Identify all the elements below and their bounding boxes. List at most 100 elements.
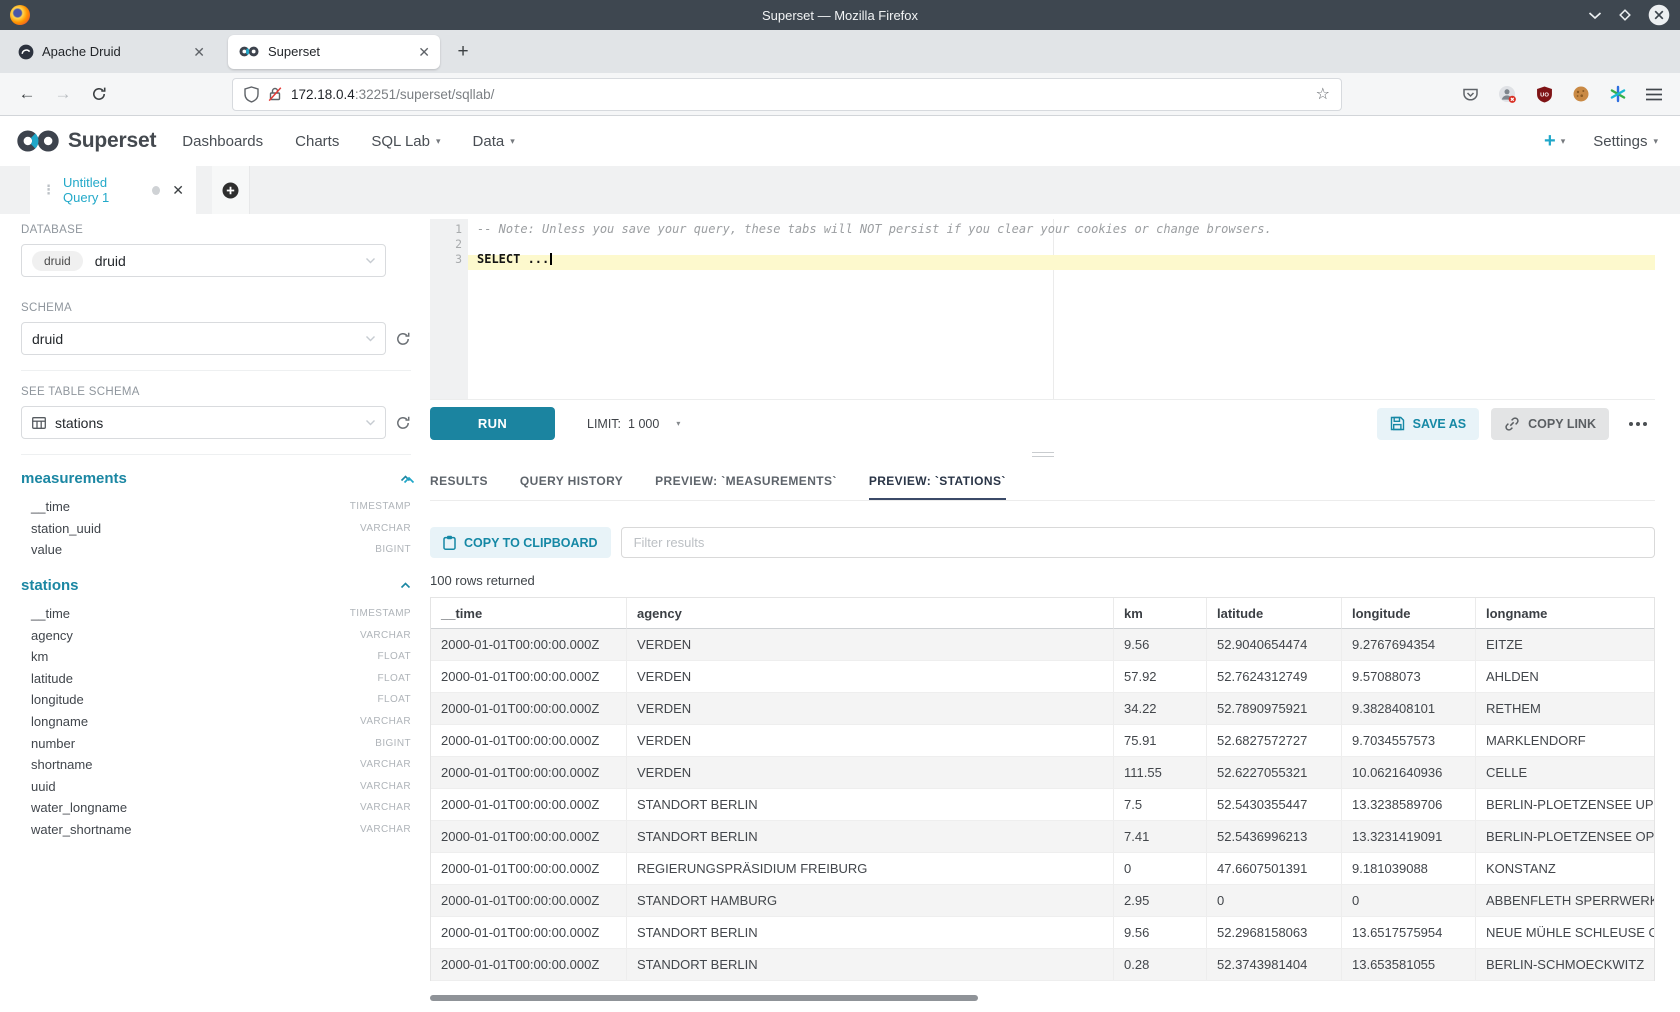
chevron-down-icon: [365, 257, 376, 264]
table-cell: 57.92: [1114, 661, 1207, 693]
pocket-icon[interactable]: [1462, 86, 1479, 103]
window-close-icon[interactable]: [1648, 4, 1670, 26]
browser-tab-druid[interactable]: Apache Druid ✕: [8, 35, 215, 69]
window-maximize-icon[interactable]: [1618, 8, 1632, 22]
table-cell: 13.3231419091: [1342, 821, 1476, 853]
divider: [21, 454, 411, 455]
results-table-header: __timeagencykmlatitudelongitudelongname: [431, 598, 1654, 629]
table-cell: AHLDEN: [1476, 661, 1654, 693]
run-button[interactable]: RUN: [430, 407, 555, 440]
forward-icon[interactable]: →: [50, 81, 76, 107]
table-row: 2000-01-01T00:00:00.000ZVERDEN57.9252.76…: [431, 661, 1654, 693]
chevron-down-icon: ▾: [676, 419, 680, 428]
column-header[interactable]: longitude: [1342, 598, 1476, 629]
unsaved-dot-icon: [152, 186, 160, 195]
results-tab-preview-stations[interactable]: PREVIEW: `STATIONS`: [869, 464, 1006, 500]
new-query-tab-button[interactable]: [212, 166, 250, 214]
pane-resize-handle[interactable]: [1032, 452, 1054, 460]
asterisk-extension-icon[interactable]: [1609, 85, 1627, 103]
shield-icon[interactable]: [244, 86, 259, 103]
table-row: 2000-01-01T00:00:00.000ZSTANDORT BERLIN7…: [431, 821, 1654, 853]
schema-column-row: uuidVARCHAR: [21, 776, 411, 798]
more-options-button[interactable]: [1621, 422, 1655, 426]
back-icon[interactable]: ←: [14, 81, 40, 107]
schema-column-row: shortnameVARCHAR: [21, 754, 411, 776]
settings-menu[interactable]: Settings▾: [1593, 133, 1658, 150]
nav-charts[interactable]: Charts: [295, 133, 339, 150]
table-cell: 2000-01-01T00:00:00.000Z: [431, 821, 627, 853]
column-header[interactable]: latitude: [1207, 598, 1342, 629]
table-row: 2000-01-01T00:00:00.000ZVERDEN9.5652.904…: [431, 629, 1654, 661]
drag-handle-icon[interactable]: ⋮: [42, 182, 55, 198]
copy-to-clipboard-button[interactable]: COPY TO CLIPBOARD: [430, 527, 611, 558]
reload-icon[interactable]: [86, 81, 112, 107]
nav-sql-lab[interactable]: SQL Lab▾: [371, 133, 440, 150]
filter-results-input[interactable]: [621, 527, 1655, 558]
superset-logo-icon[interactable]: [14, 128, 62, 154]
table-row: 2000-01-01T00:00:00.000ZSTANDORT BERLIN0…: [431, 949, 1654, 981]
table-cell: 2000-01-01T00:00:00.000Z: [431, 917, 627, 949]
query-tab-untitled[interactable]: ⋮ Untitled Query 1 ✕: [30, 166, 196, 214]
account-extension-icon[interactable]: [1498, 85, 1517, 104]
window-minimize-icon[interactable]: [1588, 11, 1602, 20]
editor-gutter: 1 2 3: [430, 219, 468, 399]
column-header[interactable]: longname: [1476, 598, 1654, 629]
sql-editor[interactable]: 1 2 3 -- Note: Unless you save your quer…: [430, 219, 1655, 399]
schema-column-row: water_shortnameVARCHAR: [21, 819, 411, 841]
table-cell: 52.6827572727: [1207, 725, 1342, 757]
table-cell: EITZE: [1476, 629, 1654, 661]
results-tab-preview-measurements[interactable]: PREVIEW: `MEASUREMENTS`: [655, 464, 837, 500]
results-pane: RESULTS QUERY HISTORY PREVIEW: `MEASUREMEN…: [430, 464, 1655, 981]
database-label: DATABASE: [21, 224, 411, 236]
table-cell: 2000-01-01T00:00:00.000Z: [431, 757, 627, 789]
table-cell: RETHEM: [1476, 693, 1654, 725]
collapse-editor-icon[interactable]: [403, 476, 415, 484]
results-tab-results[interactable]: RESULTS: [430, 464, 488, 500]
table-cell: 2.95: [1114, 885, 1207, 917]
save-as-button[interactable]: SAVE AS: [1377, 408, 1480, 440]
table-cell: 2000-01-01T00:00:00.000Z: [431, 629, 627, 661]
horizontal-scrollbar[interactable]: [430, 995, 978, 1001]
chevron-down-icon: ▾: [1653, 136, 1658, 147]
nav-dashboards[interactable]: Dashboards: [182, 133, 263, 150]
query-tab-close-icon[interactable]: ✕: [172, 182, 184, 199]
tab-close-icon[interactable]: ✕: [418, 45, 430, 59]
schema-column-row: numberBIGINT: [21, 732, 411, 754]
table-cell: 47.6607501391: [1207, 853, 1342, 885]
refresh-schema-icon[interactable]: [395, 331, 411, 347]
schema-table-header[interactable]: measurements: [21, 470, 411, 487]
add-new-button[interactable]: +▾: [1544, 130, 1565, 153]
table-cell: STANDORT HAMBURG: [627, 885, 1114, 917]
column-header[interactable]: km: [1114, 598, 1207, 629]
cookie-extension-icon[interactable]: [1572, 85, 1590, 103]
copy-link-button[interactable]: COPY LINK: [1491, 408, 1609, 440]
schema-table-header[interactable]: stations: [21, 577, 411, 594]
nav-data[interactable]: Data▾: [473, 133, 515, 150]
column-header[interactable]: __time: [431, 598, 627, 629]
lock-insecure-icon[interactable]: [268, 86, 282, 102]
new-tab-button[interactable]: +: [448, 37, 478, 67]
table-cell: 13.653581055: [1342, 949, 1476, 981]
database-select[interactable]: druid druid: [21, 244, 386, 277]
column-header[interactable]: agency: [627, 598, 1114, 629]
tab-close-icon[interactable]: ✕: [193, 45, 205, 59]
table-cell: 2000-01-01T00:00:00.000Z: [431, 949, 627, 981]
results-tab-query-history[interactable]: QUERY HISTORY: [520, 464, 623, 500]
schema-column-row: __timeTIMESTAMP: [21, 496, 411, 518]
schema-select[interactable]: druid: [21, 322, 386, 355]
browser-tab-strip: Apache Druid ✕ Superset ✕ +: [0, 30, 1680, 73]
ublock-icon[interactable]: UO: [1536, 86, 1553, 103]
browser-tab-superset[interactable]: Superset ✕: [228, 35, 440, 69]
table-cell: STANDORT BERLIN: [627, 789, 1114, 821]
editor-code[interactable]: -- Note: Unless you save your query, the…: [468, 222, 1655, 267]
refresh-table-icon[interactable]: [395, 415, 411, 431]
url-bar[interactable]: 172.18.0.4 :32251/superset/sqllab/ ☆: [232, 78, 1342, 111]
brand-name[interactable]: Superset: [68, 129, 156, 153]
menu-hamburger-icon[interactable]: [1646, 88, 1662, 101]
table-select[interactable]: stations: [21, 406, 386, 439]
limit-dropdown[interactable]: LIMIT: 1 000 ▾: [587, 417, 680, 431]
table-cell: 13.6517575954: [1342, 917, 1476, 949]
bookmark-star-icon[interactable]: ☆: [1316, 84, 1330, 104]
schema-label: SCHEMA: [21, 302, 411, 314]
table-row: 2000-01-01T00:00:00.000ZVERDEN111.5552.6…: [431, 757, 1654, 789]
